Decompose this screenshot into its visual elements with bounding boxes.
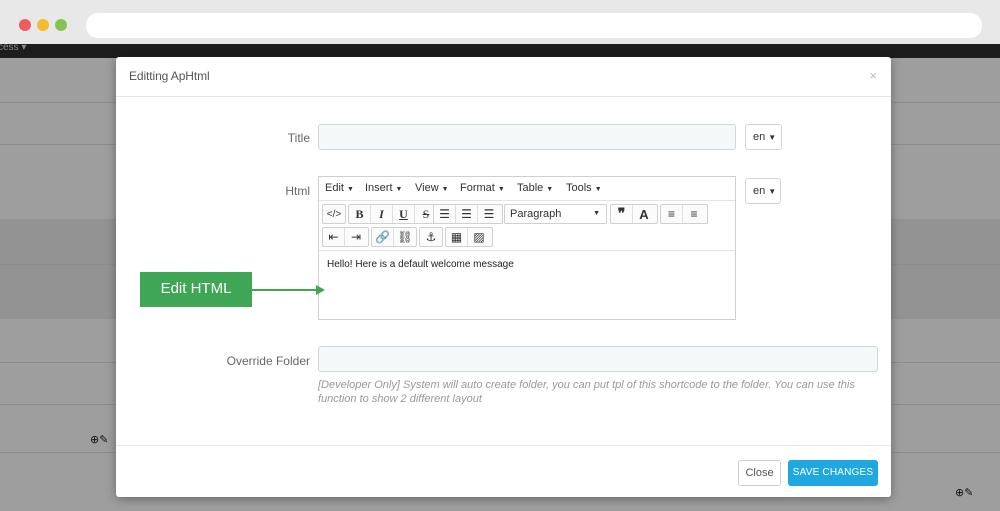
window-close-dot[interactable] xyxy=(19,19,31,31)
title-label: Title xyxy=(287,131,310,145)
menu-tools[interactable]: Tools ▼ xyxy=(566,182,602,194)
caret-down-icon: ▼ xyxy=(768,187,777,196)
override-folder-help: [Developer Only] System will auto create… xyxy=(318,379,855,405)
address-bar[interactable] xyxy=(86,13,982,38)
editor-content-text: Hello! Here is a default welcome message xyxy=(327,259,514,270)
toolbar-group-anchor: ⚓ xyxy=(419,227,443,247)
browser-chrome xyxy=(0,0,1000,44)
menu-format[interactable]: Format ▼ xyxy=(460,182,505,194)
numbered-list-icon[interactable]: ≡ xyxy=(683,205,705,223)
bullet-list-icon[interactable]: ≡ xyxy=(661,205,683,223)
html-language-dropdown[interactable]: en ▼ xyxy=(745,178,781,204)
menu-edit[interactable]: Edit ▼ xyxy=(325,182,354,194)
link-icon[interactable]: 🔗 xyxy=(372,228,394,246)
bold-icon[interactable]: B xyxy=(349,205,371,223)
close-button[interactable]: Close xyxy=(738,460,781,486)
toolbar-group-code: </> xyxy=(322,204,346,224)
title-input[interactable] xyxy=(318,124,736,150)
toolbar-group-align: ☰ ☰ ☰ xyxy=(433,204,503,224)
add-edit-icons[interactable]: ⊕✎ xyxy=(90,433,108,446)
video-icon[interactable]: ▦ xyxy=(446,228,468,246)
align-right-icon[interactable]: ☰ xyxy=(478,205,500,223)
window-maximize-dot[interactable] xyxy=(55,19,67,31)
arrow-right-icon xyxy=(252,285,325,295)
indent-icon[interactable]: ⇥ xyxy=(345,228,367,246)
menu-table[interactable]: Table ▼ xyxy=(517,182,553,194)
add-edit-icons[interactable]: ⊕✎ xyxy=(955,486,973,499)
window-minimize-dot[interactable] xyxy=(37,19,49,31)
outdent-icon[interactable]: ⇤ xyxy=(323,228,345,246)
text-color-icon[interactable]: A xyxy=(633,205,655,223)
html-label: Html xyxy=(285,184,310,198)
toolbar-group-media: ▦ ▨ xyxy=(445,227,493,247)
html-language-value: en xyxy=(753,185,766,197)
background-topbar: cess ▾ xyxy=(0,42,1000,58)
format-select[interactable]: Paragraph ▼ xyxy=(504,204,607,224)
html-editor: Edit ▼ Insert ▼ View ▼ Format ▼ Table ▼ Tools… xyxy=(318,176,736,320)
toolbar-group-link: 🔗 ⛓ xyxy=(371,227,417,247)
editor-menubar: Edit ▼ Insert ▼ View ▼ Format ▼ Table ▼ Tools… xyxy=(319,177,735,201)
modal-header: Editting ApHtml × xyxy=(116,57,891,97)
title-language-value: en xyxy=(753,131,766,143)
background-topbar-text: cess ▾ xyxy=(0,42,27,53)
menu-insert[interactable]: Insert ▼ xyxy=(365,182,402,194)
modal-title: Editting ApHtml xyxy=(129,69,210,83)
toolbar-group-indent: ⇤ ⇥ xyxy=(322,227,369,247)
save-changes-button[interactable]: SAVE CHANGES xyxy=(788,460,878,486)
anchor-icon[interactable]: ⚓ xyxy=(420,228,442,246)
edit-html-callout: Edit HTML xyxy=(140,272,252,307)
close-icon[interactable]: × xyxy=(869,68,877,83)
menu-view[interactable]: View ▼ xyxy=(415,182,449,194)
unlink-icon[interactable]: ⛓ xyxy=(394,228,416,246)
format-select-value: Paragraph xyxy=(510,208,562,220)
italic-icon[interactable]: I xyxy=(371,205,393,223)
modal-footer-divider xyxy=(116,445,891,446)
override-folder-input[interactable] xyxy=(318,346,878,372)
source-code-icon[interactable]: </> xyxy=(323,205,345,223)
underline-icon[interactable]: U xyxy=(393,205,415,223)
image-icon[interactable]: ▨ xyxy=(468,228,490,246)
align-center-icon[interactable]: ☰ xyxy=(456,205,478,223)
blockquote-icon[interactable]: ❞ xyxy=(611,205,633,223)
override-folder-label: Override Folder xyxy=(226,354,310,368)
caret-down-icon: ▼ xyxy=(593,210,600,217)
caret-down-icon: ▼ xyxy=(768,133,777,142)
editor-content-area[interactable]: Hello! Here is a default welcome message xyxy=(319,250,735,319)
toolbar-group-style: B I U S xyxy=(348,204,440,224)
title-language-dropdown[interactable]: en ▼ xyxy=(745,124,782,150)
align-left-icon[interactable]: ☰ xyxy=(434,205,456,223)
toolbar-group-list: ≡ ≡ xyxy=(660,204,708,224)
toolbar-group-quote: ❞ A xyxy=(610,204,658,224)
